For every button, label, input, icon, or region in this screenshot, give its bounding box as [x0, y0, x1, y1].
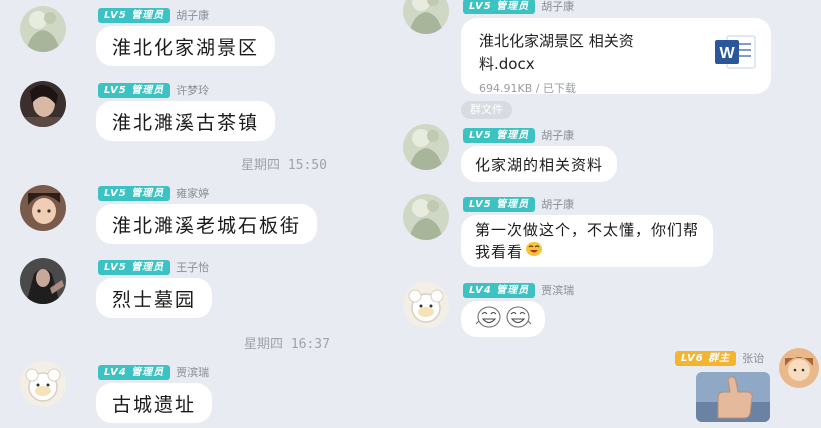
avatar[interactable] — [779, 348, 819, 388]
message-bubble[interactable]: 淮北濉溪古茶镇 — [96, 101, 276, 141]
sender-name: 贾滨瑞 — [541, 284, 575, 297]
sender-name: 胡子康 — [541, 198, 575, 211]
sender-meta: LV5 管理员 胡子康 — [463, 0, 574, 14]
level-badge: LV5 管理员 — [98, 82, 171, 98]
avatar[interactable] — [20, 258, 66, 304]
file-card[interactable]: 淮北化家湖景区 相关资料.docx 694.91KB / 已下载 W — [461, 18, 771, 95]
sender-meta: LV5 管理员 胡子康 — [463, 196, 574, 212]
message-bubble[interactable]: 化家湖的相关资料 — [461, 146, 618, 182]
sender-meta: LV6 群主 张诒 — [675, 350, 764, 366]
avatar[interactable] — [20, 81, 66, 127]
sender-name: 王子怡 — [176, 261, 210, 274]
level-badge: LV5 管理员 — [98, 185, 171, 201]
file-size-status: 694.91KB / 已下载 — [479, 82, 576, 95]
message-line: 我看看 — [475, 241, 543, 263]
thumbs-up-photo[interactable] — [696, 372, 770, 422]
file-name: 淮北化家湖景区 相关资料.docx — [479, 32, 634, 73]
sender-meta: LV4 管理员 贾滨瑞 — [463, 282, 574, 298]
sender-name: 许梦玲 — [176, 84, 210, 97]
sender-meta: LV5 管理员 许梦玲 — [98, 82, 209, 98]
avatar[interactable] — [403, 282, 449, 328]
message-bubble[interactable]: 古城遗址 — [96, 383, 213, 423]
level-badge: LV5 管理员 — [98, 7, 171, 23]
svg-text:W: W — [719, 45, 735, 62]
sender-name: 胡子康 — [541, 129, 575, 142]
sender-meta: LV5 管理员 胡子康 — [98, 7, 209, 23]
sender-meta: LV5 管理员 王子怡 — [98, 259, 209, 275]
avatar[interactable] — [20, 361, 66, 407]
group-file-label[interactable]: 群文件 — [461, 101, 512, 119]
message-bubble[interactable]: 淮北化家湖景区 — [96, 26, 276, 66]
level-badge: LV5 管理员 — [98, 259, 171, 275]
sender-name: 胡子康 — [176, 9, 210, 22]
avatar[interactable] — [20, 185, 66, 231]
sender-name: 雍家婷 — [176, 187, 210, 200]
level-badge: LV4 管理员 — [98, 364, 171, 380]
timestamp: 星期四 16:37 — [244, 337, 330, 352]
sender-meta: LV4 管理员 贾滨瑞 — [98, 364, 209, 380]
level-badge: LV4 管理员 — [463, 282, 536, 298]
message-bubble[interactable]: 淮北濉溪老城石板街 — [96, 204, 318, 244]
message-bubble[interactable]: 烈士墓园 — [96, 278, 213, 318]
left-chat-pane: LV5 管理员 胡子康 淮北化家湖景区 LV5 管理员 许梦玲 淮北濉溪古茶镇 … — [0, 0, 395, 428]
sender-name: 贾滨瑞 — [176, 366, 210, 379]
avatar[interactable] — [403, 124, 449, 170]
sender-name: 张诒 — [742, 352, 765, 365]
sender-meta: LV5 管理员 胡子康 — [463, 127, 574, 143]
sticker-bubble[interactable] — [461, 301, 545, 337]
level-badge: LV6 群主 — [675, 350, 737, 366]
sender-meta: LV5 管理员 雍家婷 — [98, 185, 209, 201]
message-bubble[interactable]: 第一次做这个，不太懂，你们帮 我看看 — [461, 215, 714, 267]
word-doc-icon: W — [713, 32, 757, 72]
sender-name: 胡子康 — [541, 0, 575, 13]
avatar[interactable] — [403, 0, 449, 34]
level-badge: LV5 管理员 — [463, 196, 536, 212]
laughing-face-icon — [475, 306, 502, 332]
laughing-emoji-icon — [525, 241, 543, 263]
avatar[interactable] — [20, 6, 66, 52]
level-badge: LV5 管理员 — [463, 0, 536, 14]
right-chat-pane: LV5 管理员 胡子康 淮北化家湖景区 相关资料.docx 694.91KB /… — [395, 0, 821, 428]
message-line: 第一次做这个，不太懂，你们帮 — [475, 221, 700, 239]
timestamp: 星期四 15:50 — [241, 158, 327, 173]
laughing-face-icon — [505, 306, 531, 332]
level-badge: LV5 管理员 — [463, 127, 536, 143]
avatar[interactable] — [403, 194, 449, 240]
